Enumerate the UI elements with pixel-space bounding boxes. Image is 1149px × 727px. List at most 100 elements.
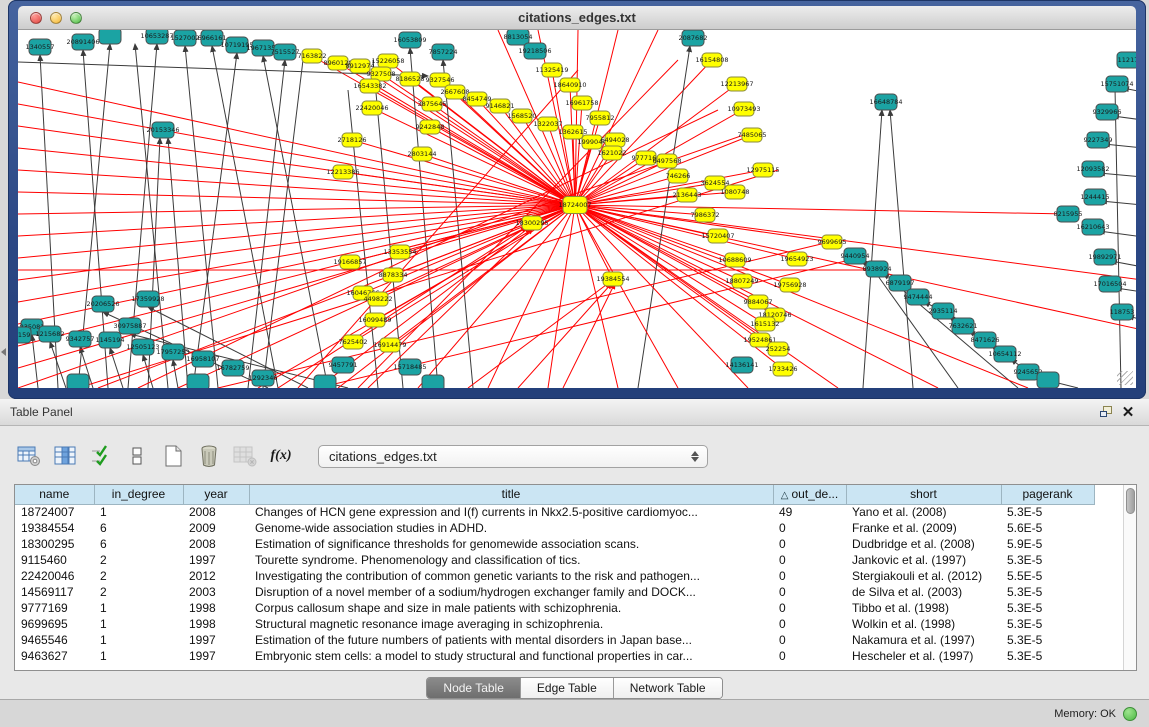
citation-edge-black[interactable] (173, 360, 178, 388)
table-cell[interactable]: Yano et al. (2008) (846, 504, 1001, 520)
graph-node[interactable]: 18640910 (553, 78, 586, 92)
column-header[interactable]: pagerank (1001, 485, 1094, 504)
table-cell[interactable]: 1 (94, 648, 183, 664)
minimize-window-button[interactable] (50, 12, 62, 24)
table-scrollbar[interactable] (1123, 485, 1136, 670)
table-cell[interactable]: 0 (773, 536, 846, 552)
graph-node[interactable]: 7632621 (949, 318, 978, 334)
graph-node[interactable]: 9342757 (66, 331, 95, 347)
column-header[interactable]: year (183, 485, 249, 504)
table-cell[interactable]: 2 (94, 552, 183, 568)
table-cell[interactable]: Wolkin et al. (1998) (846, 616, 1001, 632)
table-cell[interactable]: Tourette syndrome. Phenomenology and cla… (249, 552, 773, 568)
table-cell[interactable]: 5.6E-5 (1001, 520, 1094, 536)
column-header[interactable]: in_degree (94, 485, 183, 504)
graph-node[interactable]: 16099489 (358, 313, 391, 327)
table-cell[interactable] (1094, 616, 1125, 632)
table-cell[interactable]: 49 (773, 504, 846, 520)
window-titlebar[interactable]: citations_edges.txt (18, 6, 1136, 30)
table-cell[interactable]: 9115460 (15, 552, 94, 568)
graph-node[interactable]: 16543382 (353, 79, 386, 93)
table-cell[interactable]: 5.3E-5 (1001, 648, 1094, 664)
graph-node[interactable]: 8471626 (971, 332, 1000, 348)
table-cell[interactable]: 1997 (183, 648, 249, 664)
graph-node[interactable]: 17016504 (1093, 276, 1126, 292)
table-cell[interactable]: 1 (94, 632, 183, 648)
table-cell[interactable]: 9463627 (15, 648, 94, 664)
graph-node[interactable]: 18724007 (558, 197, 591, 214)
tab-network-table[interactable]: Network Table (614, 678, 722, 698)
table-cell[interactable]: 18724007 (15, 504, 94, 520)
table-cell[interactable]: 5.3E-5 (1001, 504, 1094, 520)
table-cell[interactable] (1094, 504, 1125, 520)
graph-node[interactable]: 8938924 (863, 261, 892, 277)
table-row[interactable]: 1456911722003Disruption of a novel membe… (15, 584, 1125, 600)
table-cell[interactable]: 5.5E-5 (1001, 568, 1094, 584)
table-cell[interactable] (1094, 520, 1125, 536)
citation-edge-red[interactable] (418, 205, 575, 388)
table-cell[interactable]: 6 (94, 520, 183, 536)
table-cell[interactable] (1094, 632, 1125, 648)
tab-edge-table[interactable]: Edge Table (521, 678, 614, 698)
column-header[interactable]: short (846, 485, 1001, 504)
graph-node[interactable]: 1527002 (171, 30, 200, 46)
scrollbar-thumb[interactable] (1126, 488, 1135, 514)
graph-node[interactable]: 19654923 (780, 252, 813, 266)
graph-node[interactable]: 2803144 (408, 147, 437, 161)
close-window-button[interactable] (30, 12, 42, 24)
graph-node[interactable] (99, 30, 121, 44)
table-cell[interactable]: 0 (773, 552, 846, 568)
table-cell[interactable]: Corpus callosum shape and size in male p… (249, 600, 773, 616)
citation-edge-black[interactable] (193, 53, 237, 388)
table-options-button[interactable] (16, 444, 42, 468)
graph-node[interactable]: 10653287 (140, 30, 173, 44)
table-cell[interactable] (1094, 568, 1125, 584)
graph-node[interactable]: 3875645 (418, 97, 447, 111)
table-cell[interactable]: 1998 (183, 616, 249, 632)
graph-node[interactable]: 12213967 (720, 77, 753, 91)
column-header[interactable]: △out_de... (773, 485, 846, 504)
graph-node[interactable]: 7625402 (339, 335, 368, 349)
graph-node[interactable]: 20206526 (86, 296, 119, 312)
table-cell[interactable]: Franke et al. (2009) (846, 520, 1001, 536)
graph-node[interactable]: 1292346 (249, 370, 278, 386)
graph-node[interactable]: 1145194 (96, 332, 125, 348)
table-cell[interactable] (1094, 648, 1125, 664)
graph-node[interactable]: 1733426 (769, 362, 798, 376)
table-cell[interactable]: 2003 (183, 584, 249, 600)
table-cell[interactable]: 0 (773, 520, 846, 536)
graph-node[interactable]: 10654112 (988, 346, 1021, 362)
column-header[interactable]: name (15, 485, 94, 504)
table-cell[interactable]: Hescheler et al. (1997) (846, 648, 1001, 664)
graph-node[interactable]: 15226058 (371, 54, 404, 68)
table-cell[interactable]: 5.3E-5 (1001, 632, 1094, 648)
table-row[interactable]: 2242004622012Investigating the contribut… (15, 568, 1125, 584)
table-cell[interactable]: Structural magnetic resonance image aver… (249, 616, 773, 632)
table-cell[interactable]: 1 (94, 600, 183, 616)
table-cell[interactable]: 5.3E-5 (1001, 584, 1094, 600)
graph-node[interactable]: 22420046 (355, 101, 388, 115)
graph-node[interactable]: 8215955 (1054, 206, 1083, 222)
citation-edge-black[interactable] (863, 110, 882, 388)
graph-node[interactable]: 11325419 (535, 63, 568, 77)
graph-node[interactable] (314, 375, 336, 388)
graph-node[interactable]: 12213386 (326, 165, 359, 179)
table-row[interactable]: 1938455462009Genome-wide association stu… (15, 520, 1125, 536)
graph-node[interactable]: 14136141 (725, 357, 758, 373)
table-cell[interactable]: Nakamura et al. (1997) (846, 632, 1001, 648)
table-cell[interactable]: 0 (773, 616, 846, 632)
graph-node[interactable]: 15718485 (393, 359, 426, 375)
table-cell[interactable]: Changes of HCN gene expression and I(f) … (249, 504, 773, 520)
table-row[interactable]: 1830029562008Estimation of significance … (15, 536, 1125, 552)
citation-edge-black[interactable] (248, 60, 285, 388)
graph-node[interactable]: 4498222 (364, 292, 393, 306)
graph-node[interactable]: 15720407 (701, 229, 734, 243)
table-cell[interactable]: 2012 (183, 568, 249, 584)
graph-node[interactable]: 7857224 (429, 44, 458, 60)
graph-node[interactable]: 9884067 (744, 295, 773, 309)
table-cell[interactable] (1094, 552, 1125, 568)
graph-node[interactable]: 1340557 (26, 39, 55, 55)
graph-node[interactable]: 746266 (666, 169, 691, 183)
graph-node[interactable]: 12975115 (746, 163, 779, 177)
graph-node[interactable]: 9227349 (1084, 132, 1113, 148)
